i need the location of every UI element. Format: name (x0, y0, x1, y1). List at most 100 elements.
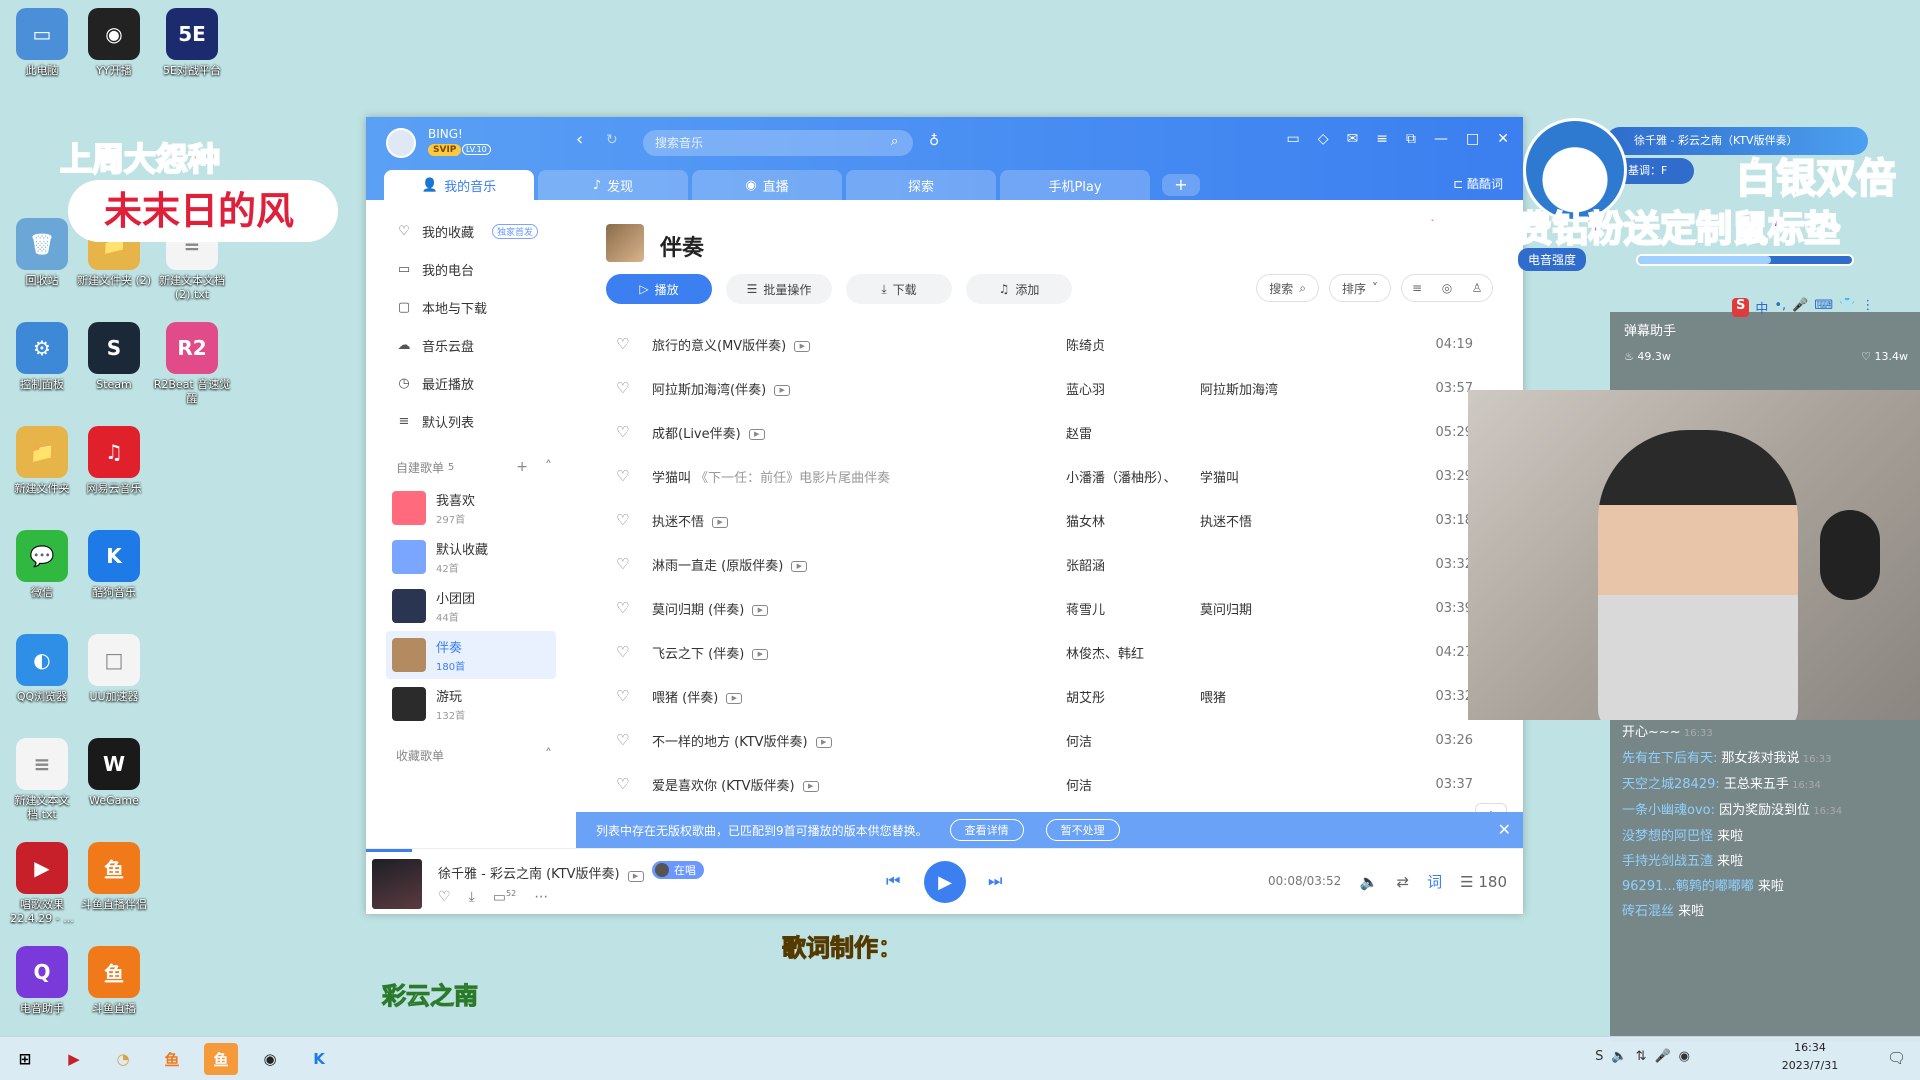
mv-icon[interactable]: ▶ (774, 384, 791, 396)
song-artist[interactable]: 胡艾彤 (1066, 687, 1200, 706)
view-detail-button[interactable]: 查看详情 (949, 819, 1024, 841)
mv-icon[interactable]: ▶ (712, 516, 729, 528)
target-icon[interactable]: ◎ (1432, 275, 1462, 301)
song-artist[interactable]: 林俊杰、韩红 (1066, 643, 1200, 662)
song-row[interactable]: ♡ 淋雨一直走 (原版伴奏) ▶ 张韶涵 03:32 (606, 542, 1473, 586)
desktop-icon[interactable]: K 酷狗音乐 (72, 530, 156, 600)
chat-user[interactable]: 砖石混丝 (1622, 904, 1674, 919)
song-artist[interactable]: 赵雷 (1066, 423, 1200, 442)
taskbar-app[interactable]: ◉ (253, 1043, 287, 1075)
song-row[interactable]: ♡ 莫问归期 (伴奏) ▶ 蒋雪儿 莫问归期 03:39 (606, 586, 1473, 630)
skin-icon[interactable]: ◇ (1318, 131, 1329, 147)
song-row[interactable]: ♡ 爱是喜欢你 (KTV版伴奏) ▶ 何洁 03:37 (606, 762, 1473, 806)
tab-my-music[interactable]: 👤 我的音乐 (384, 170, 534, 200)
mv-icon[interactable]: ▶ (627, 871, 644, 882)
desktop-icon[interactable]: ♫ 网易云音乐 (72, 426, 156, 496)
play-all-button[interactable]: ▷ 播放 (606, 274, 712, 304)
volume-icon[interactable]: 🔈 (1611, 1049, 1627, 1064)
mv-icon[interactable]: ▶ (752, 648, 769, 660)
playlist-item[interactable]: 默认收藏 42首 (386, 533, 556, 581)
tab-live[interactable]: ◉ 直播 (692, 170, 842, 200)
heart-icon[interactable]: ♡ (606, 775, 652, 793)
heart-icon[interactable]: ♡ (606, 467, 652, 485)
song-row[interactable]: ♡ 阿拉斯加海湾(伴奏) ▶ 蓝心羽 阿拉斯加海湾 03:57 (606, 366, 1473, 410)
song-title[interactable]: 阿拉斯加海湾(伴奏) ▶ (652, 379, 1066, 398)
chevron-up-icon[interactable]: ˄ (545, 459, 552, 475)
song-artist[interactable]: 陈绮贞 (1066, 335, 1200, 354)
queue-button[interactable]: ☰ 180 (1460, 873, 1507, 891)
notification-icon[interactable]: 🗨 (1887, 1049, 1906, 1067)
lyrics-button[interactable]: 词 (1427, 871, 1442, 892)
song-album[interactable]: 莫问归期 (1200, 599, 1413, 618)
comment-icon[interactable]: ▭52 (493, 889, 516, 906)
desktop-icon[interactable]: S Steam (72, 322, 156, 392)
desktop-icon[interactable]: 鱼斗鱼直播伴侣 (72, 842, 156, 912)
heart-icon[interactable]: ♡ (606, 643, 652, 661)
song-title[interactable]: 莫问归期 (伴奏) ▶ (652, 599, 1066, 618)
person-icon[interactable]: ♙ (1462, 275, 1492, 301)
clock[interactable]: 16:34 2023/7/31 (1760, 1039, 1860, 1075)
mv-icon[interactable]: ▶ (726, 692, 743, 704)
sogou-icon[interactable]: S (1595, 1049, 1603, 1064)
live-tag[interactable]: 在唱 (652, 861, 704, 879)
more-icon[interactable]: ⋯ (534, 889, 548, 906)
song-row[interactable]: ♡ 不一样的地方 (KTV版伴奏) ▶ 何洁 03:26 (606, 718, 1473, 762)
tab-discover[interactable]: ♪ 发现 (538, 170, 688, 200)
song-title[interactable]: 旅行的意义(MV版伴奏) ▶ (652, 335, 1066, 354)
desktop-icon[interactable]: W WeGame (72, 738, 156, 808)
heart-icon[interactable]: ♡ (606, 731, 652, 749)
minimize-icon[interactable]: — (1434, 131, 1448, 147)
song-artist[interactable]: 张韶涵 (1066, 555, 1200, 574)
song-title[interactable]: 喂猪 (伴奏) ▶ (652, 687, 1066, 706)
desktop-icon[interactable]: R2 R2Beat 音速觉醒 (150, 322, 234, 406)
chat-user[interactable]: 天空之城28429: (1622, 777, 1724, 792)
batch-operation-button[interactable]: ☰ 批量操作 (726, 274, 832, 304)
chevron-up-icon[interactable]: ˄ (545, 747, 552, 763)
menu-icon[interactable]: ≡ (1376, 131, 1388, 147)
taskbar-app[interactable]: 鱼 (155, 1043, 189, 1075)
close-icon[interactable]: ✕ (1498, 820, 1511, 839)
mv-icon[interactable]: ▶ (748, 428, 765, 440)
mv-icon[interactable]: ▶ (752, 604, 769, 616)
ime-button[interactable]: ⋮ (1861, 298, 1874, 317)
sidebar-item[interactable]: ▭ 我的电台 (366, 250, 576, 288)
now-playing-title[interactable]: 徐千雅 - 彩云之南 (KTV版伴奏) ▶ (438, 863, 644, 882)
now-playing-cover[interactable] (372, 859, 422, 909)
search-icon[interactable]: ⌕ (891, 134, 898, 149)
ime-button[interactable]: 🎤 (1792, 298, 1808, 317)
playlist-item[interactable]: 小团团 44首 (386, 582, 556, 630)
taskbar-app[interactable]: ▶ (57, 1043, 91, 1075)
chat-user[interactable]: 96291...鹌鹑的嘟嘟嘟 (1622, 879, 1754, 894)
desktop-icon[interactable]: 5E 5E对战平台 (150, 8, 234, 78)
sidebar-item[interactable]: ☁ 音乐云盘 (366, 326, 576, 364)
song-row[interactable]: ♡ 执迷不悟 ▶ 猫女林 执迷不悟 03:18 (606, 498, 1473, 542)
heart-icon[interactable]: ♡ (606, 555, 652, 573)
volume-icon[interactable]: 🔈 (1360, 873, 1379, 891)
add-button[interactable]: ♫ 添加 (966, 274, 1072, 304)
tab-mobile-play[interactable]: 手机Play (1000, 170, 1150, 200)
song-artist[interactable]: 小潘潘（潘柚彤）、 (1066, 467, 1200, 486)
play-button[interactable]: ▶ (924, 861, 966, 903)
download-button[interactable]: ⤓ 下载 (846, 274, 952, 304)
song-album[interactable]: 执迷不悟 (1200, 511, 1413, 530)
playback-progress[interactable] (366, 849, 413, 852)
taskbar-app[interactable]: 鱼 (204, 1043, 238, 1075)
playlist-item[interactable]: 游玩 132首 (386, 680, 556, 728)
taskbar-app[interactable]: ◔ (106, 1043, 140, 1075)
mv-icon[interactable]: ▶ (791, 560, 808, 572)
song-album[interactable]: 阿拉斯加海湾 (1200, 379, 1413, 398)
heart-icon[interactable]: ♡ (606, 511, 652, 529)
maximize-icon[interactable]: □ (1466, 131, 1479, 147)
desktop-icon[interactable]: 鱼斗鱼直播 (72, 946, 156, 1016)
song-title[interactable]: 执迷不悟 ▶ (652, 511, 1066, 530)
song-title[interactable]: 飞云之下 (伴奏) ▶ (652, 643, 1066, 662)
heart-icon[interactable]: ♡ (606, 379, 652, 397)
back-arrow-icon[interactable]: ‹ (576, 129, 583, 150)
lyrics-tool-button[interactable]: ⊏ 酷酷词 (1453, 175, 1503, 192)
mic-icon[interactable]: 🎤 (1654, 1049, 1670, 1064)
song-title[interactable]: 学猫叫 《下一任：前任》电影片尾曲伴奏 (652, 467, 1066, 486)
song-artist[interactable]: 蒋雪儿 (1066, 599, 1200, 618)
plus-icon[interactable]: + (516, 459, 528, 475)
start-button[interactable]: ⊞ (8, 1043, 42, 1075)
desktop-icon[interactable]: □ UU加速器 (72, 634, 156, 704)
